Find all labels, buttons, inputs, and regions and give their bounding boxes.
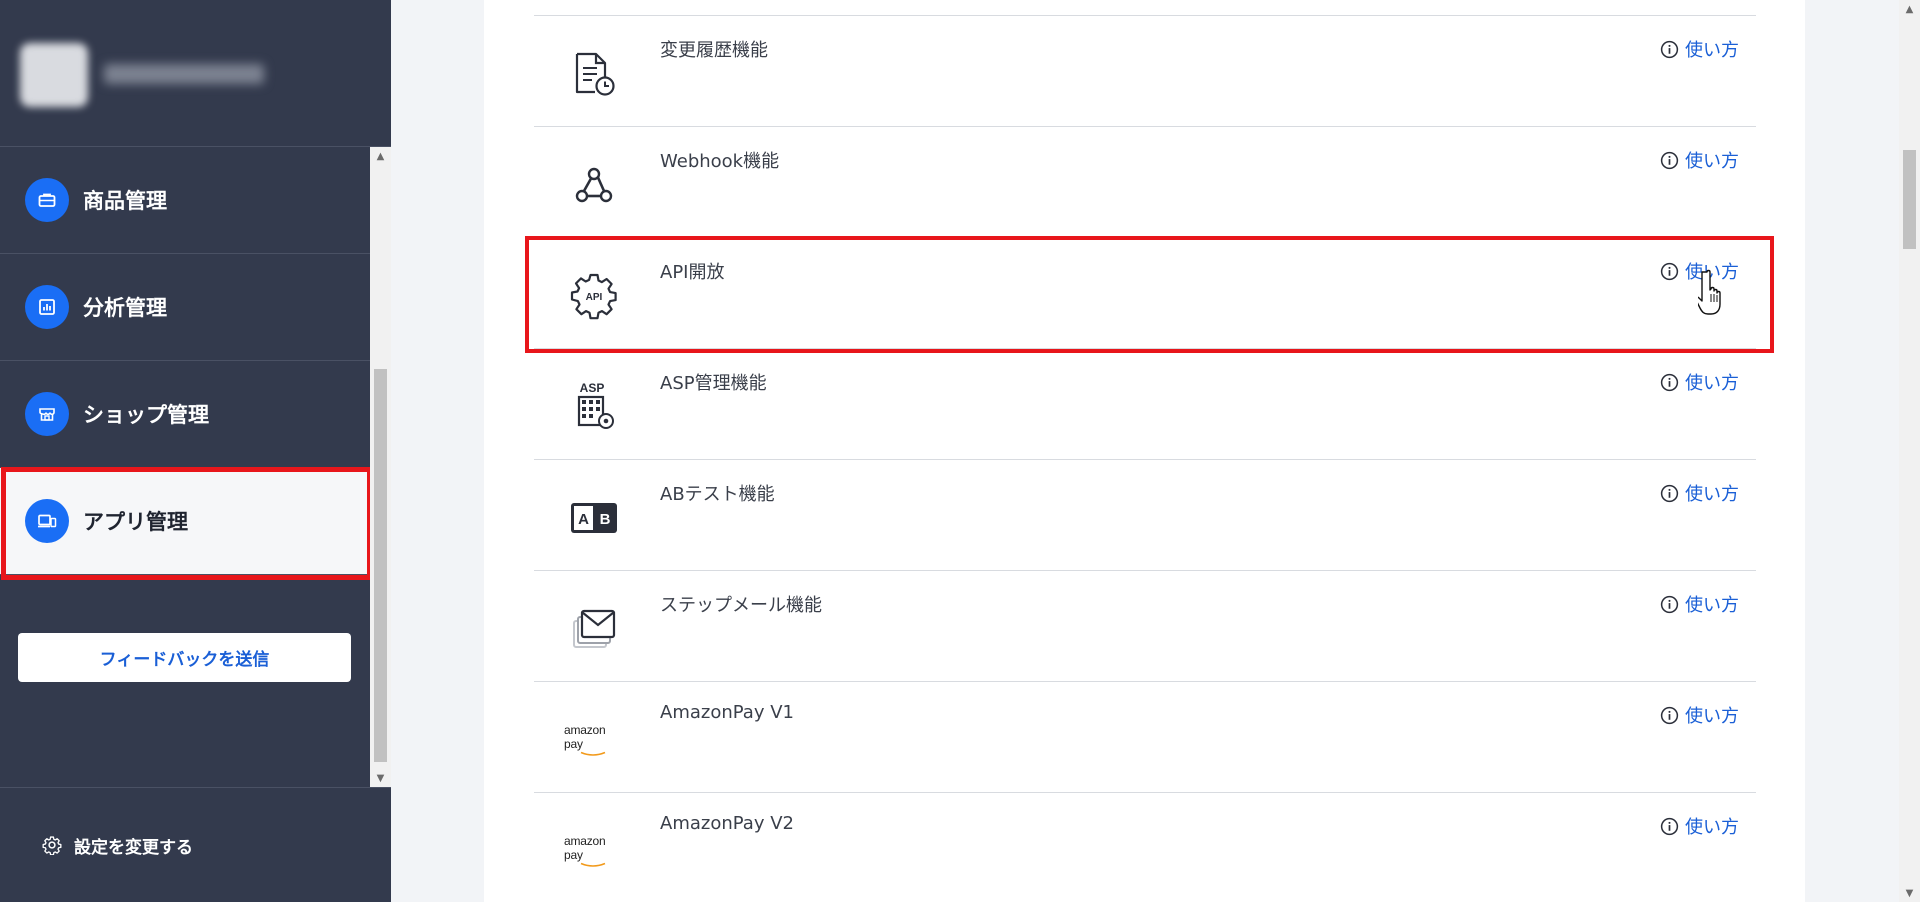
howto-link[interactable]: 使い方 (1660, 369, 1739, 395)
ab-icon-text-b: B (600, 511, 611, 528)
howto-label: 使い方 (1685, 262, 1739, 283)
amazon-pay-logo-text: amazon pay (564, 723, 606, 751)
sidebar: 商品管理 分析管理 ショップ管理 アプリ管理 フィードバックを送信 ▲ ▼ 設定… (0, 0, 391, 902)
sidebar-item-analytics[interactable]: 分析管理 (0, 254, 370, 361)
howto-label: 使い方 (1685, 151, 1739, 172)
amazon-smile-icon (580, 751, 606, 756)
feature-name: ステップメール機能 (660, 595, 822, 616)
webhook-icon (564, 155, 624, 215)
shop-icon (25, 392, 69, 436)
sidebar-nav: 商品管理 分析管理 ショップ管理 アプリ管理 (0, 147, 370, 787)
feature-row-api: API API開放 使い方 (534, 238, 1756, 349)
info-icon (1660, 151, 1679, 170)
howto-link[interactable]: 使い方 (1660, 591, 1739, 617)
feature-name: 変更履歴機能 (660, 40, 768, 61)
sidebar-item-label: アプリ管理 (83, 510, 188, 534)
settings-link[interactable]: 設定を変更する (0, 787, 391, 902)
info-icon (1660, 373, 1679, 392)
howto-link[interactable]: 使い方 (1660, 480, 1739, 506)
sidebar-item-shop[interactable]: ショップ管理 (0, 361, 370, 468)
send-feedback-button[interactable]: フィードバックを送信 (18, 633, 351, 682)
howto-label: 使い方 (1685, 817, 1739, 838)
info-icon (1660, 706, 1679, 725)
howto-label: 使い方 (1685, 595, 1739, 616)
feature-row: ASP ASP管理機能 使い方 (534, 349, 1756, 460)
amazon-smile-icon (580, 862, 606, 867)
amazon-pay-logo-text: amazon pay (564, 834, 606, 862)
amazon-pay-logo: amazon pay (564, 821, 624, 881)
feature-name: ABテスト機能 (660, 484, 775, 505)
sidebar-scrollbar[interactable]: ▲ ▼ (370, 147, 391, 787)
feature-row: 変更履歴機能 使い方 (534, 16, 1756, 127)
api-gear-icon: API (564, 266, 624, 326)
sidebar-scrollbar-thumb[interactable] (374, 369, 387, 762)
feature-row: amazon pay AmazonPay V1 使い方 (534, 682, 1756, 793)
asp-icon-text: ASP (580, 381, 605, 395)
amazon-pay-logo: amazon pay (564, 710, 624, 770)
shop-name (104, 64, 264, 84)
howto-link[interactable]: 使い方 (1660, 147, 1739, 173)
howto-label: 使い方 (1685, 40, 1739, 61)
info-icon (1660, 262, 1679, 281)
ab-test-icon: AB (564, 488, 624, 548)
howto-label: 使い方 (1685, 706, 1739, 727)
page-scrollbar-thumb[interactable] (1903, 150, 1916, 249)
howto-label: 使い方 (1685, 484, 1739, 505)
howto-link[interactable]: 使い方 (1660, 36, 1739, 62)
sidebar-item-label: ショップ管理 (83, 403, 209, 427)
devices-icon (25, 499, 69, 543)
scroll-down-arrow-icon[interactable]: ▼ (370, 769, 391, 787)
feature-name: Webhook機能 (660, 151, 780, 172)
sidebar-item-label: 商品管理 (83, 189, 167, 213)
scroll-up-arrow-icon[interactable]: ▲ (1899, 0, 1920, 18)
settings-label: 設定を変更する (74, 837, 193, 858)
info-icon (1660, 817, 1679, 836)
feature-name: AmazonPay V2 (660, 813, 794, 834)
briefcase-icon (25, 178, 69, 222)
asp-building-icon: ASP (564, 377, 624, 437)
api-icon-text: API (586, 292, 603, 303)
document-history-icon (564, 44, 624, 104)
sidebar-header (0, 0, 391, 147)
howto-link[interactable]: 使い方 (1660, 702, 1739, 728)
scroll-up-arrow-icon[interactable]: ▲ (370, 147, 391, 165)
sidebar-item-product[interactable]: 商品管理 (0, 147, 370, 254)
info-icon (1660, 595, 1679, 614)
feature-name: AmazonPay V1 (660, 702, 794, 723)
chart-icon (25, 285, 69, 329)
mail-stack-icon (564, 599, 624, 659)
feature-row: ステップメール機能 使い方 (534, 571, 1756, 682)
sidebar-item-label: 分析管理 (83, 296, 167, 320)
sidebar-item-apps[interactable]: アプリ管理 (0, 468, 370, 575)
howto-link[interactable]: 使い方 (1660, 813, 1739, 839)
howto-label: 使い方 (1685, 373, 1739, 394)
howto-link[interactable]: 使い方 (1660, 258, 1739, 284)
info-icon (1660, 40, 1679, 59)
shop-logo[interactable] (20, 43, 88, 107)
feature-name: API開放 (660, 262, 725, 283)
scroll-down-arrow-icon[interactable]: ▼ (1899, 884, 1920, 902)
info-icon (1660, 484, 1679, 503)
ab-icon-text-a: A (578, 511, 589, 528)
page-scrollbar[interactable]: ▲ ▼ (1899, 0, 1920, 902)
feature-name: ASP管理機能 (660, 373, 767, 394)
feature-row: Webhook機能 使い方 (534, 127, 1756, 238)
feature-row: AB ABテスト機能 使い方 (534, 460, 1756, 571)
gear-icon (42, 835, 62, 855)
feature-row: amazon pay AmazonPay V2 使い方 (534, 793, 1756, 902)
